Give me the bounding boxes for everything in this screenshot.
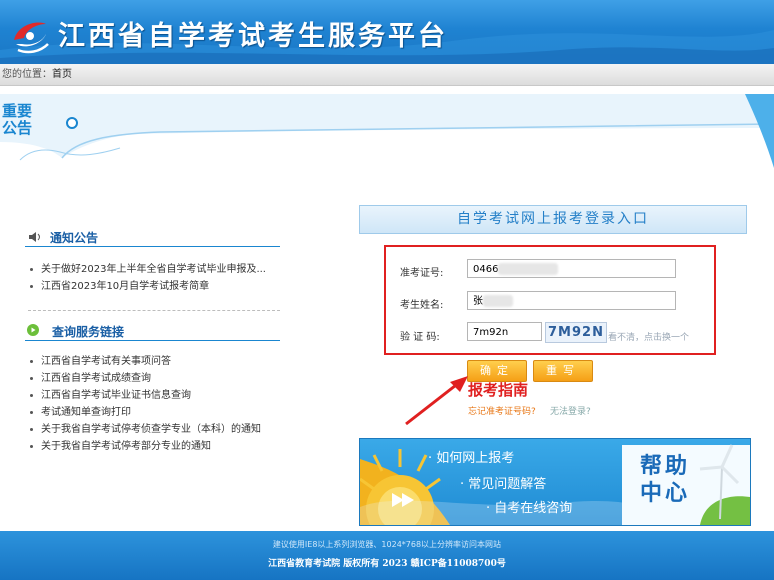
links-title[interactable]: 查询服务链接 xyxy=(52,323,124,340)
red-arrow-annotation-icon xyxy=(405,376,468,426)
list-item[interactable]: 考试通知单查询打印 xyxy=(28,404,288,421)
forgot-ticket-link[interactable]: 忘记准考证号码? xyxy=(468,404,536,417)
reset-button[interactable]: 重写 xyxy=(533,360,593,382)
list-item[interactable]: 江西省自学考试有关事项问答 xyxy=(28,353,288,370)
list-item[interactable]: 江西省2023年10月自学考试报考简章 xyxy=(28,278,288,295)
breadcrumb-prefix: 您的位置： xyxy=(2,69,52,80)
candidate-name-label: 考生姓名: xyxy=(400,300,444,311)
candidate-name-value: 张 xyxy=(473,296,483,307)
copyright-text: 江西省教育考试院 版权所有 2023 赣ICP备11008700号 xyxy=(268,559,506,569)
list-item[interactable]: 关于我省自学考试停考部分专业的通知 xyxy=(28,438,288,455)
play-arrow-icon xyxy=(392,493,414,507)
logo-icon xyxy=(14,22,49,54)
redacted-mask xyxy=(483,295,513,307)
ticket-number-input[interactable]: 0466 xyxy=(467,259,676,278)
notices-dashed-divider xyxy=(28,310,280,311)
help-center-title: 帮助中心 xyxy=(639,454,690,506)
links-list: 江西省自学考试有关事项问答 江西省自学考试成绩查询 江西省自学考试毕业证书信息查… xyxy=(28,353,288,455)
notices-title[interactable]: 通知公告 xyxy=(50,229,98,246)
play-circle-icon xyxy=(27,324,39,336)
captcha-input[interactable]: 7m92n xyxy=(467,322,542,341)
ticket-number-label: 准考证号: xyxy=(400,268,444,279)
site-title: 江西省自学考试考生服务平台 xyxy=(58,21,448,52)
help-item-online-consult[interactable]: · 自考在线咨询 xyxy=(486,497,572,516)
list-item[interactable]: 关于我省自学考试停考侦查学专业（本科）的通知 xyxy=(28,421,288,438)
breadcrumb: 您的位置：首页 xyxy=(0,64,774,86)
notices-list: 关于做好2023年上半年全省自学考试毕业申报及... 江西省2023年10月自学… xyxy=(28,261,288,295)
help-center-banner[interactable]: · 如何网上报考 · 常见问题解答 · 自考在线咨询 帮助中心 xyxy=(359,438,751,526)
speaker-icon xyxy=(29,232,40,242)
cant-login-link[interactable]: 无法登录? xyxy=(550,404,591,417)
redacted-mask xyxy=(498,263,559,275)
browser-recommendation-note: 建议使用IE8以上系列浏览器、1024*768以上分辨率访问本网站 xyxy=(272,540,502,549)
captcha-image[interactable]: 7M92N xyxy=(545,322,607,343)
help-item-faq[interactable]: · 常见问题解答 xyxy=(460,473,546,492)
captcha-refresh-link[interactable]: 看不清，点击换一个 xyxy=(608,330,689,343)
list-item[interactable]: 江西省自学考试毕业证书信息查询 xyxy=(28,387,288,404)
candidate-name-input[interactable]: 张 xyxy=(467,291,676,310)
login-panel-title: 自学考试网上报考登录入口 xyxy=(359,205,747,234)
notice-banner-label: 重要公告 xyxy=(2,102,33,137)
captcha-label: 验 证 码: xyxy=(400,332,440,343)
list-item[interactable]: 关于做好2023年上半年全省自学考试毕业申报及... xyxy=(28,261,288,278)
breadcrumb-home-link[interactable]: 首页 xyxy=(52,69,72,80)
list-item[interactable]: 江西省自学考试成绩查询 xyxy=(28,370,288,387)
notice-banner xyxy=(0,94,774,168)
help-item-how-to-register[interactable]: · 如何网上报考 xyxy=(428,447,514,466)
links-divider xyxy=(25,340,280,341)
notices-divider xyxy=(25,246,280,247)
ticket-number-value: 0466 xyxy=(473,264,499,275)
